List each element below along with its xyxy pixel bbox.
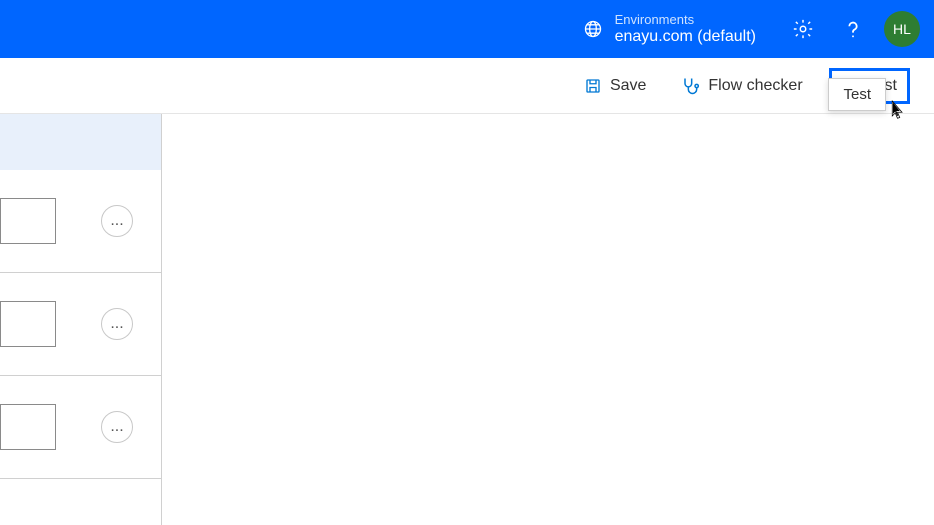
ellipsis-icon: ...	[110, 315, 123, 333]
step-more-button[interactable]: ...	[101, 411, 133, 443]
avatar-initials: HL	[893, 21, 911, 37]
ellipsis-icon: ...	[110, 212, 123, 230]
flow-panel: ... ... ...	[0, 114, 162, 525]
flow-step-row[interactable]: ...	[0, 170, 161, 273]
flow-checker-button[interactable]: Flow checker	[672, 70, 810, 102]
globe-icon	[583, 19, 603, 39]
step-input-box[interactable]	[0, 404, 56, 450]
environment-selector[interactable]: Environments enayu.com (default)	[583, 12, 756, 47]
save-label: Save	[610, 77, 646, 95]
step-more-button[interactable]: ...	[101, 205, 133, 237]
flow-checker-label: Flow checker	[708, 77, 802, 95]
save-icon	[584, 77, 602, 95]
environment-text: Environments enayu.com (default)	[615, 12, 756, 47]
help-icon	[842, 18, 864, 40]
action-toolbar: Save Flow checker Test	[0, 58, 934, 114]
cursor-icon	[887, 99, 905, 121]
help-button[interactable]	[834, 10, 872, 48]
top-header: Environments enayu.com (default) HL	[0, 0, 934, 58]
flow-step-row[interactable]: ...	[0, 273, 161, 376]
tooltip-text: Test	[843, 86, 871, 103]
environment-value: enayu.com (default)	[615, 27, 756, 46]
test-tooltip: Test	[828, 78, 886, 111]
stethoscope-icon	[680, 76, 700, 96]
user-avatar[interactable]: HL	[884, 11, 920, 47]
panel-header[interactable]	[0, 114, 161, 170]
step-input-box[interactable]	[0, 301, 56, 347]
save-button[interactable]: Save	[576, 71, 654, 101]
step-more-button[interactable]: ...	[101, 308, 133, 340]
gear-icon	[792, 18, 814, 40]
environment-label: Environments	[615, 12, 756, 28]
step-input-box[interactable]	[0, 198, 56, 244]
ellipsis-icon: ...	[110, 418, 123, 436]
settings-button[interactable]	[784, 10, 822, 48]
flow-step-row[interactable]: ...	[0, 376, 161, 479]
